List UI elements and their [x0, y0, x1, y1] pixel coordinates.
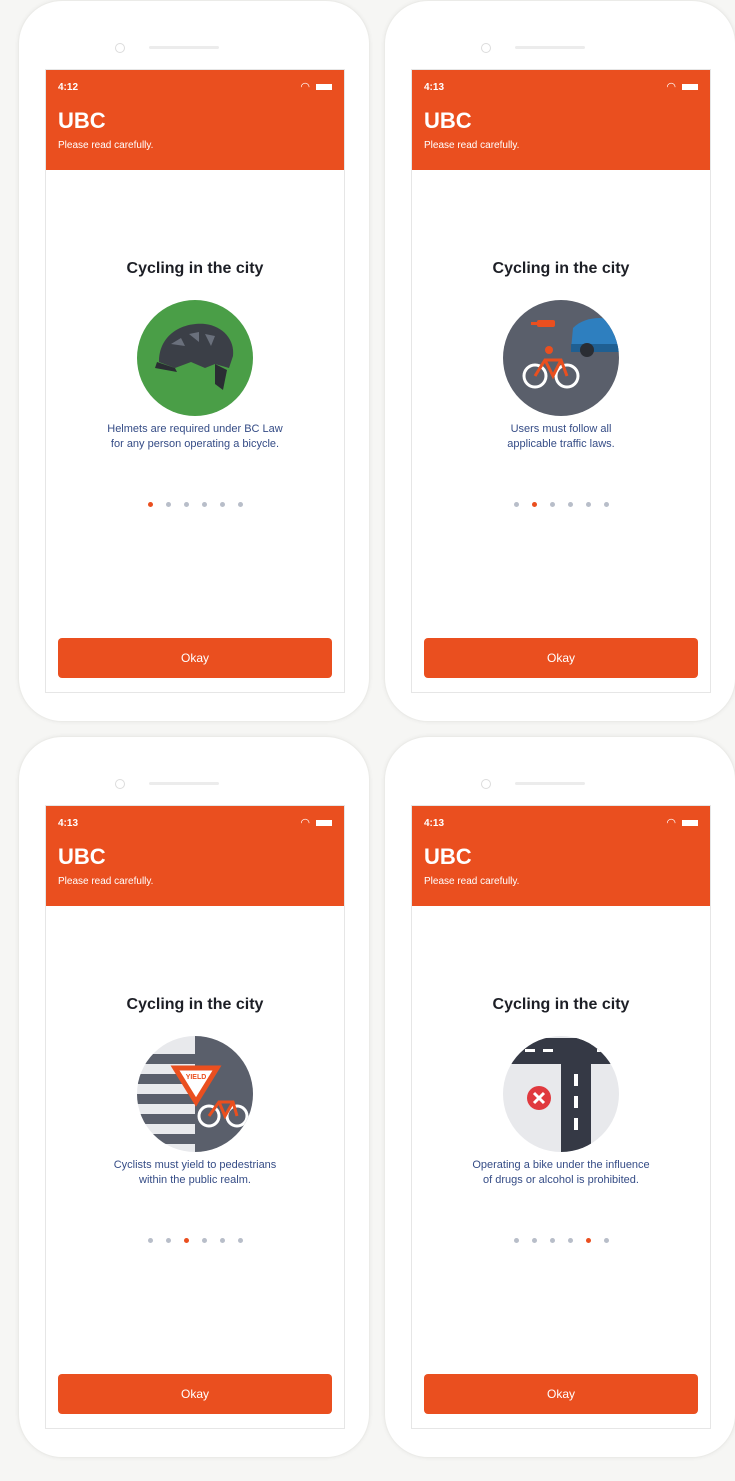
phone-frame-4: 4:13 ◠ UBC Please read carefully. Cyclin…	[384, 736, 735, 1458]
page-indicator[interactable]	[412, 502, 710, 507]
status-icons: ◠	[300, 816, 332, 829]
status-icons: ◠	[300, 80, 332, 93]
speaker-grille	[149, 782, 219, 785]
onboarding-screen-3: 4:13 ◠ UBC Please read carefully. Cyclin…	[45, 805, 345, 1429]
page-dot[interactable]	[165, 1238, 171, 1243]
camera-icon	[481, 779, 491, 789]
app-title: UBC	[58, 108, 106, 133]
status-time: 4:13	[58, 818, 79, 829]
page-dot[interactable]	[531, 1238, 537, 1243]
battery-icon	[682, 84, 698, 91]
page-dot[interactable]	[603, 1238, 609, 1243]
yield-crosswalk-icon: YIELD	[137, 1036, 253, 1152]
camera-icon	[115, 779, 125, 789]
page-dot[interactable]	[549, 502, 555, 507]
caption-line: Operating a bike under the influence	[472, 1159, 650, 1171]
speaker-grille	[149, 46, 219, 49]
page-dot[interactable]	[219, 502, 225, 507]
okay-button[interactable]: Okay	[424, 1374, 698, 1414]
caption: Operating a bike under the influence of …	[432, 1158, 690, 1188]
helmet-icon	[137, 300, 253, 416]
okay-button[interactable]: Okay	[58, 1374, 332, 1414]
wifi-icon: ◠	[300, 817, 312, 829]
wifi-icon: ◠	[666, 81, 678, 93]
app-subtitle: Please read carefully.	[58, 876, 154, 887]
page-indicator[interactable]	[46, 502, 344, 507]
screen-heading: Cycling in the city	[492, 260, 630, 277]
status-time: 4:13	[424, 818, 445, 829]
caption-line: Cyclists must yield to pedestrians	[113, 1159, 277, 1171]
page-dot[interactable]	[513, 502, 519, 507]
caption-line: Helmets are required under BC Law	[107, 423, 283, 435]
app-header: 4:13 ◠ UBC Please read carefully.	[412, 70, 710, 170]
onboarding-screen-1: 4:12 ◠ UBC Please read carefully. Cyclin…	[45, 69, 345, 693]
caption-line: applicable traffic laws.	[507, 438, 615, 450]
page-dot-active[interactable]	[183, 1238, 189, 1243]
onboarding-screen-2: 4:13 ◠ UBC Please read carefully. Cyclin…	[411, 69, 711, 693]
app-subtitle: Please read carefully.	[424, 876, 520, 887]
page-dot[interactable]	[183, 502, 189, 507]
no-impaired-road-icon	[503, 1036, 619, 1152]
page-indicator[interactable]	[412, 1238, 710, 1243]
caption-line: within the public realm.	[139, 1174, 251, 1186]
wifi-icon: ◠	[300, 81, 312, 93]
wifi-icon: ◠	[666, 817, 678, 829]
page-dot[interactable]	[549, 1238, 555, 1243]
battery-icon	[682, 820, 698, 827]
app-title: UBC	[424, 108, 472, 133]
screen-heading: Cycling in the city	[126, 996, 264, 1013]
page-dot[interactable]	[567, 502, 573, 507]
screen-heading: Cycling in the city	[126, 260, 264, 277]
app-title: UBC	[58, 844, 106, 869]
page-dot[interactable]	[567, 1238, 573, 1243]
camera-icon	[115, 43, 125, 53]
app-subtitle: Please read carefully.	[424, 140, 520, 151]
page-dot[interactable]	[201, 1238, 207, 1243]
page-dot-active[interactable]	[585, 1238, 591, 1243]
caption-line: Users must follow all	[510, 423, 612, 435]
phone-frame-2: 4:13 ◠ UBC Please read carefully. Cyclin…	[384, 0, 735, 722]
page-dot[interactable]	[585, 502, 591, 507]
page-dot-active[interactable]	[531, 502, 537, 507]
status-icons: ◠	[666, 816, 698, 829]
okay-button[interactable]: Okay	[424, 638, 698, 678]
caption-line: of drugs or alcohol is prohibited.	[483, 1174, 639, 1186]
app-subtitle: Please read carefully.	[58, 140, 154, 151]
yield-sign-text: YIELD	[186, 1074, 207, 1081]
page-dot[interactable]	[165, 502, 171, 507]
caption: Helmets are required under BC Law for an…	[66, 422, 324, 452]
traffic-bike-icon	[503, 300, 619, 416]
app-title: UBC	[424, 844, 472, 869]
okay-button[interactable]: Okay	[58, 638, 332, 678]
caption-line: for any person operating a bicycle.	[110, 438, 280, 450]
page-dot[interactable]	[603, 502, 609, 507]
speaker-grille	[515, 46, 585, 49]
page-dot[interactable]	[237, 502, 243, 507]
app-header: 4:13 ◠ UBC Please read carefully.	[412, 806, 710, 906]
page-dot[interactable]	[219, 1238, 225, 1243]
phone-frame-3: 4:13 ◠ UBC Please read carefully. Cyclin…	[18, 736, 370, 1458]
caption: Cyclists must yield to pedestrians withi…	[66, 1158, 324, 1188]
status-time: 4:13	[424, 82, 445, 93]
screen-heading: Cycling in the city	[492, 996, 630, 1013]
page-dot[interactable]	[513, 1238, 519, 1243]
page-dot[interactable]	[201, 502, 207, 507]
status-time: 4:12	[58, 82, 79, 93]
page-dot[interactable]	[147, 1238, 153, 1243]
page-dot[interactable]	[237, 1238, 243, 1243]
page-dot-active[interactable]	[147, 502, 153, 507]
phone-frame-1: 4:12 ◠ UBC Please read carefully. Cyclin…	[18, 0, 370, 722]
battery-icon	[316, 820, 332, 827]
app-header: 4:12 ◠ UBC Please read carefully.	[46, 70, 344, 170]
app-header: 4:13 ◠ UBC Please read carefully.	[46, 806, 344, 906]
page-indicator[interactable]	[46, 1238, 344, 1243]
status-icons: ◠	[666, 80, 698, 93]
speaker-grille	[515, 782, 585, 785]
battery-icon	[316, 84, 332, 91]
onboarding-screen-4: 4:13 ◠ UBC Please read carefully. Cyclin…	[411, 805, 711, 1429]
caption: Users must follow all applicable traffic…	[432, 422, 690, 452]
camera-icon	[481, 43, 491, 53]
